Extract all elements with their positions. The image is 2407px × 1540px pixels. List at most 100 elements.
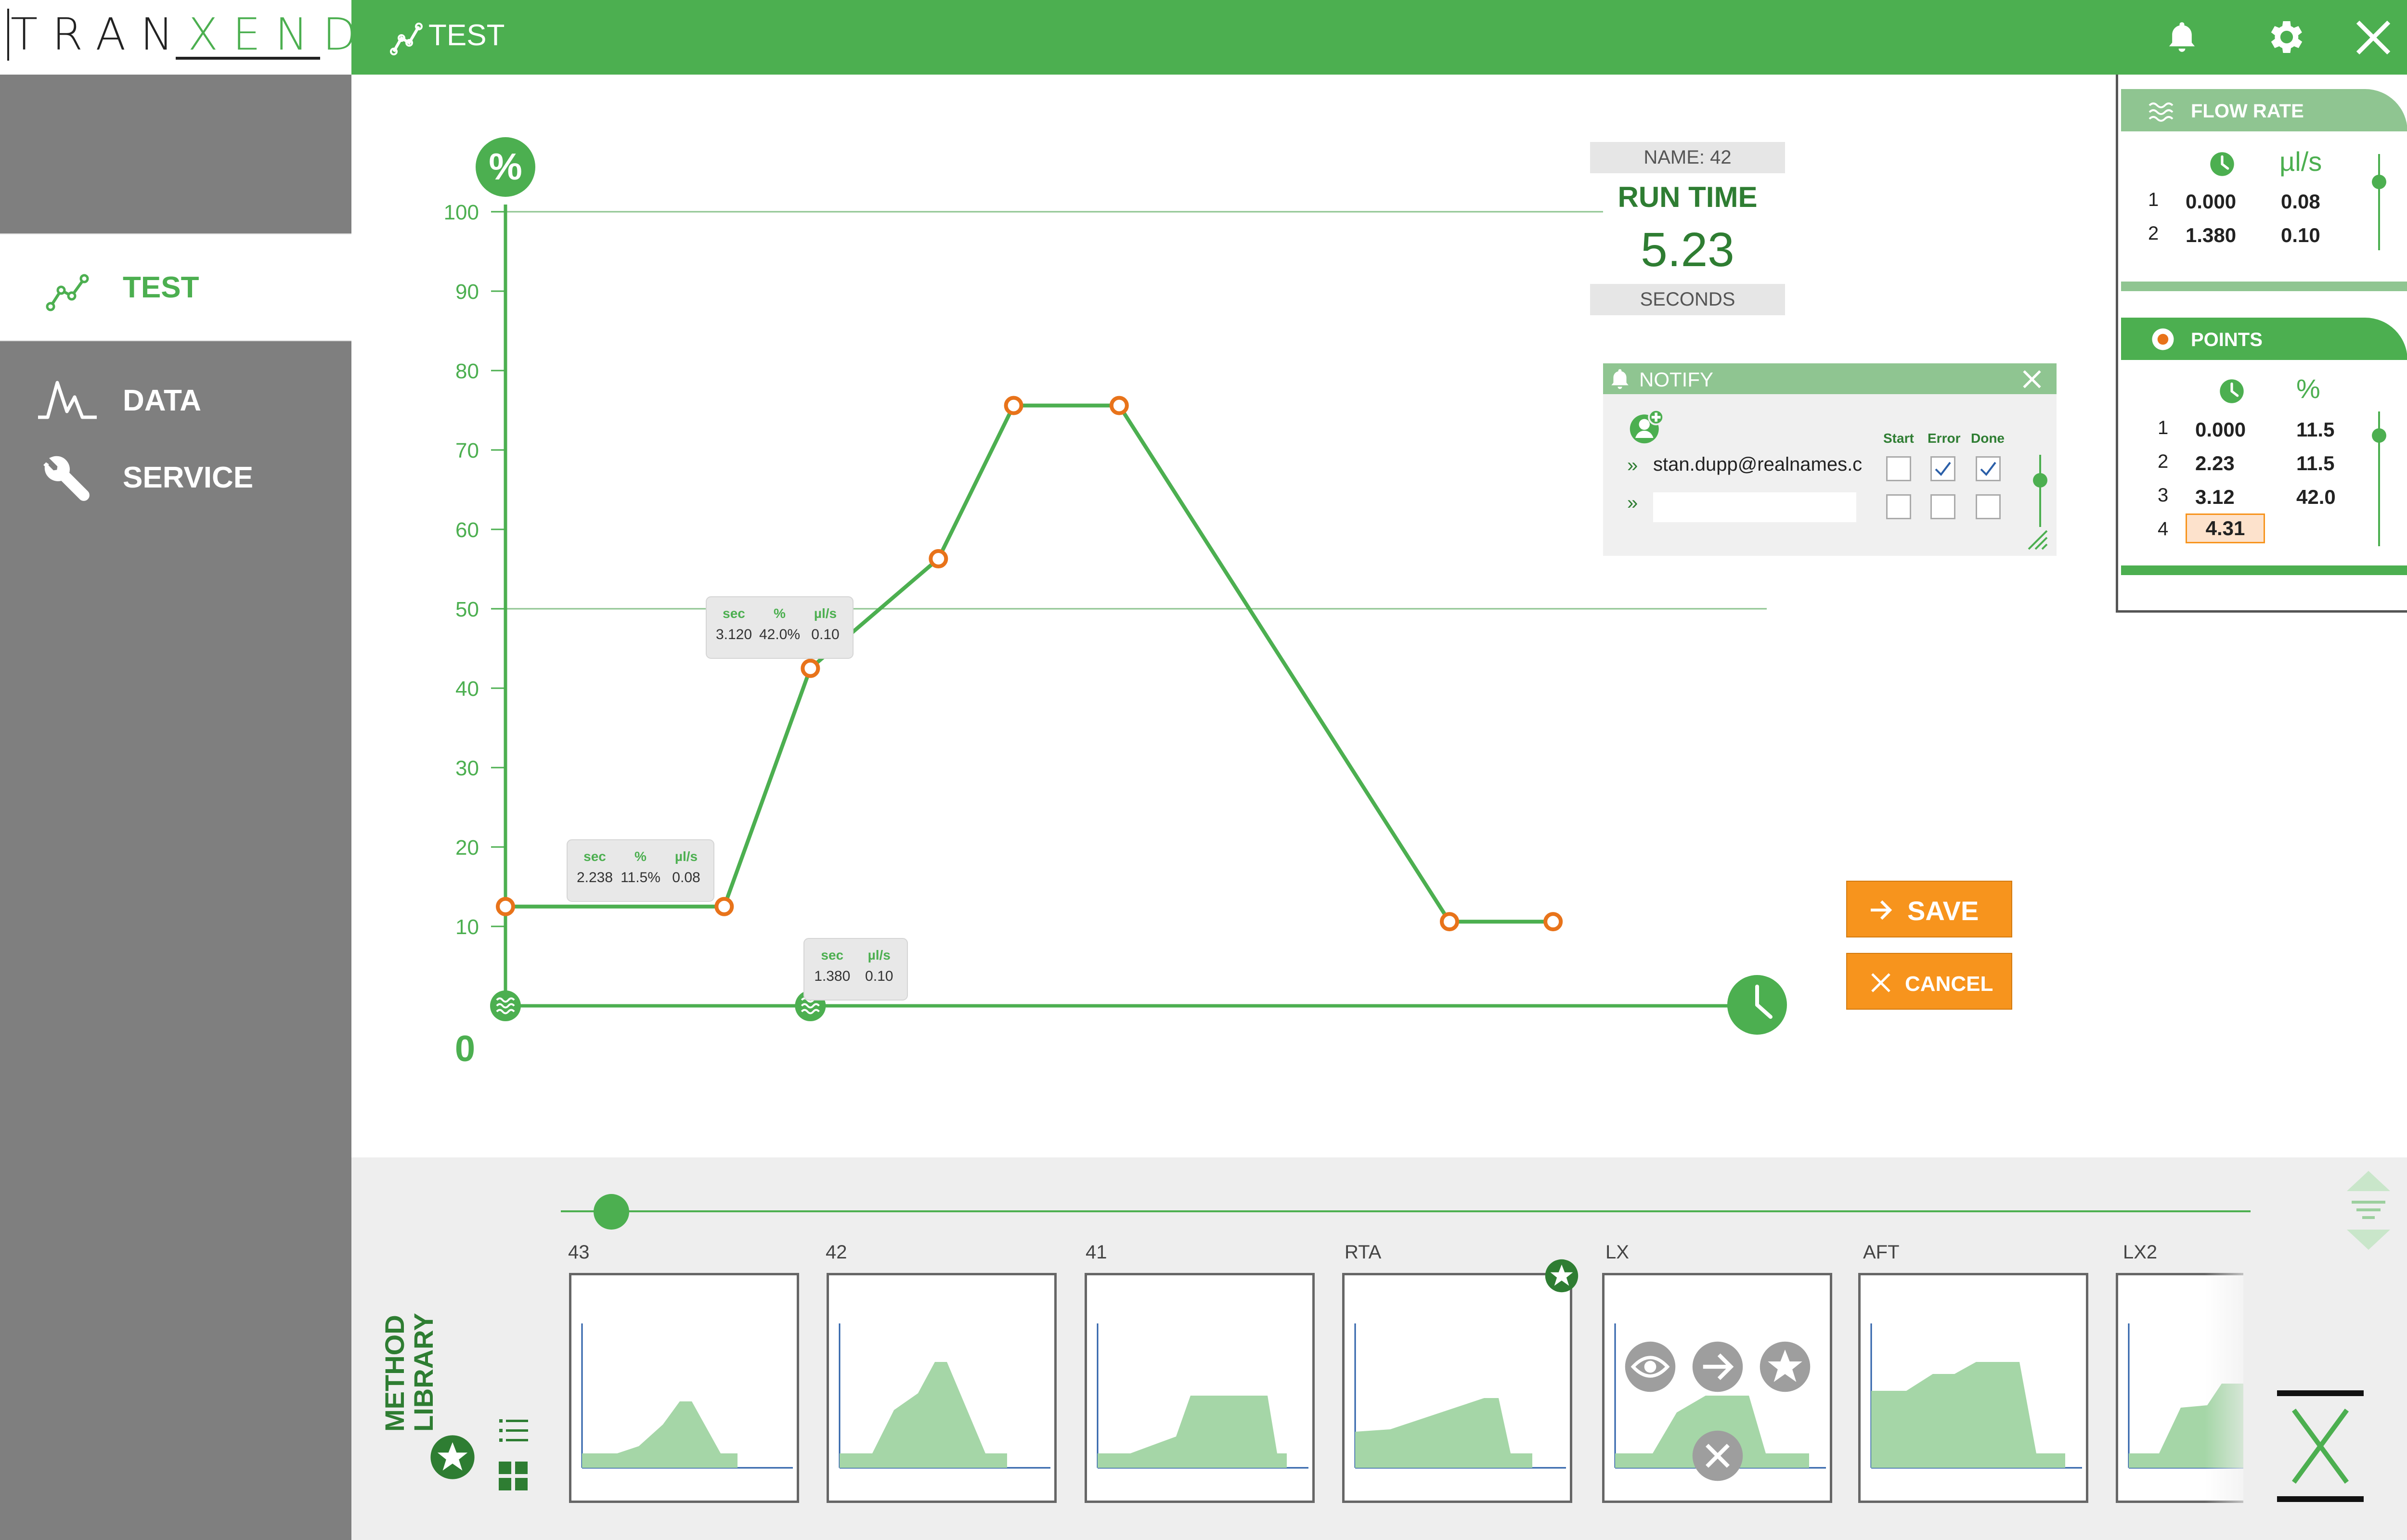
resize-grip-icon[interactable]	[2025, 527, 2049, 551]
flow-time-value[interactable]: 1.380	[2186, 224, 2236, 247]
library-item-thumbnail[interactable]	[1602, 1273, 1832, 1503]
y-tick-label: 30	[455, 757, 479, 780]
top-bar: TEST	[351, 0, 2407, 75]
app-logo: TRANXEND	[0, 0, 357, 75]
sidebar-item-service[interactable]: SERVICE	[0, 450, 351, 503]
sidebar-item-label: SERVICE	[123, 461, 254, 494]
tooltip-header: sec	[821, 948, 843, 962]
method-library: METHOD LIBRARY 43 42 41 RTA LX AFT LX2	[351, 1157, 2407, 1540]
add-user-icon[interactable]	[1628, 409, 1664, 445]
flow-time-value[interactable]: 0.000	[2186, 190, 2236, 213]
run-name: NAME: 42	[1590, 142, 1785, 173]
data-point[interactable]	[1004, 396, 1023, 415]
right-panel: FLOW RATE µl/s 1 0.000 0.08 2 1.380 0.10…	[2116, 75, 2407, 613]
library-item-thumbnail[interactable]	[1858, 1273, 2088, 1503]
method-chart[interactable]: 10 20 30 40 50 60 70 80 90 100 % 0 sec 3.120% 42.0%…	[351, 75, 1796, 1109]
close-icon[interactable]	[2354, 18, 2393, 57]
y-tick-label: 90	[455, 280, 479, 304]
tooltip-value: 3.120	[716, 627, 752, 642]
favorites-star-icon[interactable]	[429, 1434, 476, 1480]
row-index: 4	[2158, 518, 2169, 539]
library-item-thumbnail[interactable]	[569, 1273, 799, 1503]
library-title-line1: METHOD	[379, 1315, 410, 1432]
library-item-label: 42	[826, 1242, 847, 1263]
flow-rate-header: FLOW RATE	[2121, 89, 2407, 131]
tooltip-value: 11.5%	[621, 870, 660, 886]
logo-underline	[176, 57, 320, 60]
library-item-label: 41	[1086, 1242, 1107, 1263]
data-tooltip: sec 1.380 µl/s 0.10	[803, 938, 908, 1001]
notify-start-checkbox[interactable]	[1886, 494, 1911, 519]
list-view-icon[interactable]	[498, 1417, 529, 1444]
record-icon	[2152, 328, 2174, 350]
notify-error-checkbox[interactable]	[1930, 456, 1955, 481]
data-point[interactable]	[714, 897, 734, 916]
point-time-input[interactable]	[2186, 513, 2265, 543]
chart-gridlines	[505, 211, 1767, 610]
grid-view-icon[interactable]	[499, 1462, 529, 1491]
sort-arrows-icon[interactable]	[2342, 1167, 2395, 1254]
point-time-value[interactable]: 2.23	[2195, 452, 2235, 475]
favorite-star-icon[interactable]	[1544, 1258, 1579, 1293]
flow-marker[interactable]	[490, 990, 521, 1021]
gear-icon[interactable]	[2265, 15, 2308, 59]
load-arrow-icon[interactable]	[1691, 1340, 1744, 1393]
sidebar-item-label: TEST	[123, 271, 199, 304]
sidebar-item-data[interactable]: DATA	[0, 373, 351, 426]
library-item-thumbnail[interactable]	[827, 1273, 1057, 1503]
bell-icon[interactable]	[2164, 19, 2200, 55]
library-title-line2: LIBRARY	[408, 1313, 439, 1432]
points-header: POINTS	[2121, 318, 2407, 360]
data-point[interactable]	[1109, 396, 1129, 415]
library-item-thumbnail[interactable]	[1342, 1273, 1572, 1503]
tooltip-value: 1.380	[814, 968, 850, 984]
data-point[interactable]	[1543, 912, 1563, 932]
point-time-value[interactable]: 3.12	[2195, 486, 2235, 509]
point-pct-value[interactable]: 11.5	[2296, 418, 2334, 441]
data-point[interactable]	[801, 658, 820, 678]
tooltip-header: %	[634, 849, 647, 864]
save-button[interactable]: SAVE	[1846, 881, 2012, 937]
close-icon[interactable]	[2022, 369, 2042, 389]
tooltip-header: sec	[583, 849, 606, 864]
notify-col-start: Start	[1883, 431, 1914, 446]
flow-scroll-track	[2378, 154, 2380, 250]
thumbnail-chart	[839, 1323, 1050, 1469]
preview-eye-icon[interactable]	[1624, 1340, 1677, 1393]
notify-done-checkbox[interactable]	[1976, 456, 2001, 481]
notify-email[interactable]: stan.dupp@realnames.c	[1653, 454, 1862, 475]
notify-error-checkbox[interactable]	[1930, 494, 1955, 519]
flow-scroll-thumb[interactable]	[2372, 175, 2386, 189]
logo-text-right: XEND	[188, 9, 371, 60]
check-icon	[1935, 462, 1951, 476]
library-title: METHOD LIBRARY	[379, 1313, 439, 1432]
cancel-button[interactable]: CANCEL	[1846, 953, 2012, 1010]
row-index: 1	[2158, 417, 2169, 438]
flow-rate-value[interactable]: 0.08	[2281, 190, 2320, 213]
new-email-input[interactable]	[1653, 492, 1856, 522]
points-scroll-thumb[interactable]	[2372, 428, 2386, 443]
delete-x-icon[interactable]	[1691, 1429, 1744, 1482]
notify-scroll-thumb[interactable]	[2033, 473, 2047, 488]
row-index: 3	[2158, 485, 2169, 506]
point-pct-value[interactable]: 11.5	[2296, 452, 2334, 475]
thumbnail-chart	[1097, 1323, 1308, 1469]
row-index: 2	[2148, 223, 2159, 244]
sidebar-item-test[interactable]: TEST	[0, 233, 351, 341]
data-point[interactable]	[929, 549, 948, 569]
row-index: 1	[2148, 189, 2159, 210]
page-title: TEST	[428, 19, 505, 52]
notify-done-checkbox[interactable]	[1976, 494, 2001, 519]
library-slider-thumb[interactable]	[594, 1194, 630, 1230]
favorite-star-icon[interactable]	[1759, 1340, 1812, 1393]
data-point[interactable]	[496, 897, 515, 916]
notify-start-checkbox[interactable]	[1886, 456, 1911, 481]
flow-rate-value[interactable]: 0.10	[2281, 224, 2320, 247]
notify-panel: NOTIFY Start Error Done » stan.dupp@real…	[1603, 363, 2057, 556]
point-time-value[interactable]: 0.000	[2195, 418, 2246, 441]
tooltip-header: µl/s	[675, 849, 698, 864]
origin-label: 0	[455, 1028, 475, 1069]
point-pct-value[interactable]: 42.0	[2296, 486, 2336, 509]
library-item-thumbnail[interactable]	[1085, 1273, 1315, 1503]
data-point[interactable]	[1439, 912, 1459, 932]
